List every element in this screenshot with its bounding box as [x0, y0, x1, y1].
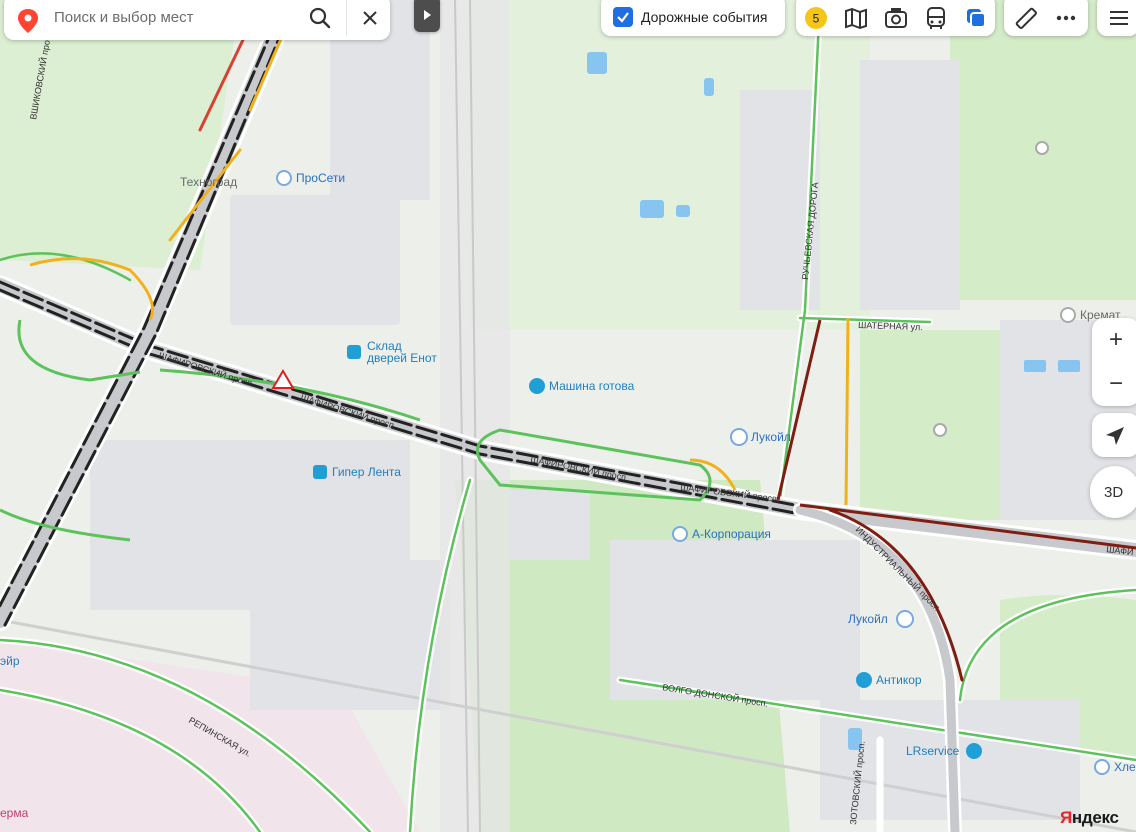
close-icon	[363, 11, 377, 25]
layers-button[interactable]	[960, 2, 992, 34]
traffic-level-value: 5	[813, 12, 820, 26]
menu-button[interactable]	[1097, 0, 1136, 36]
3d-label: 3D	[1104, 484, 1124, 501]
poi-label[interactable]: LRservice	[906, 744, 960, 758]
more-dots-icon	[1056, 15, 1076, 21]
checkmark-icon	[617, 12, 629, 23]
shop-icon[interactable]	[347, 345, 361, 359]
search-button[interactable]	[300, 2, 340, 34]
fuel-icon[interactable]	[896, 610, 914, 628]
poi-icon	[1035, 141, 1049, 155]
map-layers-button[interactable]	[840, 2, 872, 34]
layer-toolbar: 5	[796, 0, 995, 36]
poi-label[interactable]: Хлеб и с	[1114, 760, 1136, 774]
play-arrow-icon	[424, 10, 431, 20]
poi-icon[interactable]	[1094, 759, 1110, 775]
ruler-button[interactable]	[1010, 2, 1042, 34]
layers-icon	[967, 9, 986, 28]
zoom-in-button[interactable]: +	[1092, 318, 1136, 362]
poi-label[interactable]: Антикор	[876, 673, 922, 687]
collapse-panel-button[interactable]	[414, 0, 440, 32]
poi-label[interactable]: Лукойл	[751, 430, 791, 444]
map-canvas[interactable]: ПроСети Техноград Склад дверей Енот Маши…	[0, 0, 1136, 832]
yandex-logo[interactable]: Яндекс	[1060, 808, 1119, 828]
divider	[346, 0, 347, 36]
shop-icon[interactable]	[313, 465, 327, 479]
search-icon	[309, 7, 331, 29]
transit-button[interactable]	[920, 2, 952, 34]
traffic-events-toggle[interactable]: Дорожные события	[601, 0, 785, 36]
traffic-checkbox[interactable]	[613, 7, 633, 27]
zoom-out-button[interactable]: −	[1092, 362, 1136, 406]
search-input[interactable]: Поиск и выбор мест	[54, 9, 194, 26]
poi-icon[interactable]	[1060, 307, 1076, 323]
poi-label[interactable]: А-Корпорация	[692, 527, 771, 541]
3d-view-button[interactable]: 3D	[1090, 466, 1136, 518]
my-location-button[interactable]	[1092, 413, 1136, 457]
poi-label[interactable]: Лукойл	[848, 612, 888, 626]
zoom-control: + −	[1092, 318, 1136, 406]
location-pin-icon	[18, 9, 38, 33]
ruler-icon	[1015, 7, 1037, 29]
car-service-icon[interactable]	[966, 743, 982, 759]
map-icon	[845, 7, 867, 30]
poi-label[interactable]: Техноград	[180, 175, 237, 189]
poi-icon[interactable]	[276, 170, 292, 186]
search-bar: Поиск и выбор мест	[4, 0, 390, 40]
traffic-level-icon: 5	[805, 7, 827, 29]
camera-icon	[885, 8, 907, 28]
traffic-level-button[interactable]: 5	[800, 2, 832, 34]
car-service-icon[interactable]	[529, 378, 545, 394]
car-service-icon[interactable]	[856, 672, 872, 688]
poi-label[interactable]: Машина готова	[549, 379, 635, 393]
clear-search-button[interactable]	[352, 2, 388, 34]
poi-label[interactable]: ПроСети	[296, 171, 345, 185]
logo-text: Яндекс	[1060, 808, 1119, 827]
bus-icon	[927, 7, 945, 29]
poi-label[interactable]: Гипер Лента	[332, 465, 401, 479]
hamburger-icon	[1110, 11, 1128, 25]
poi-label[interactable]: эйр	[0, 654, 20, 668]
tools-toolbar	[1004, 0, 1088, 36]
panorama-button[interactable]	[880, 2, 912, 34]
fuel-icon[interactable]	[730, 428, 748, 446]
traffic-label: Дорожные события	[641, 9, 768, 25]
poi-icon[interactable]	[672, 526, 688, 542]
poi-label[interactable]: ерма	[0, 806, 29, 820]
more-button[interactable]	[1050, 2, 1082, 34]
location-arrow-icon	[1106, 427, 1124, 445]
poi-label[interactable]: дверей Енот	[367, 351, 437, 365]
poi-icon	[933, 423, 947, 437]
